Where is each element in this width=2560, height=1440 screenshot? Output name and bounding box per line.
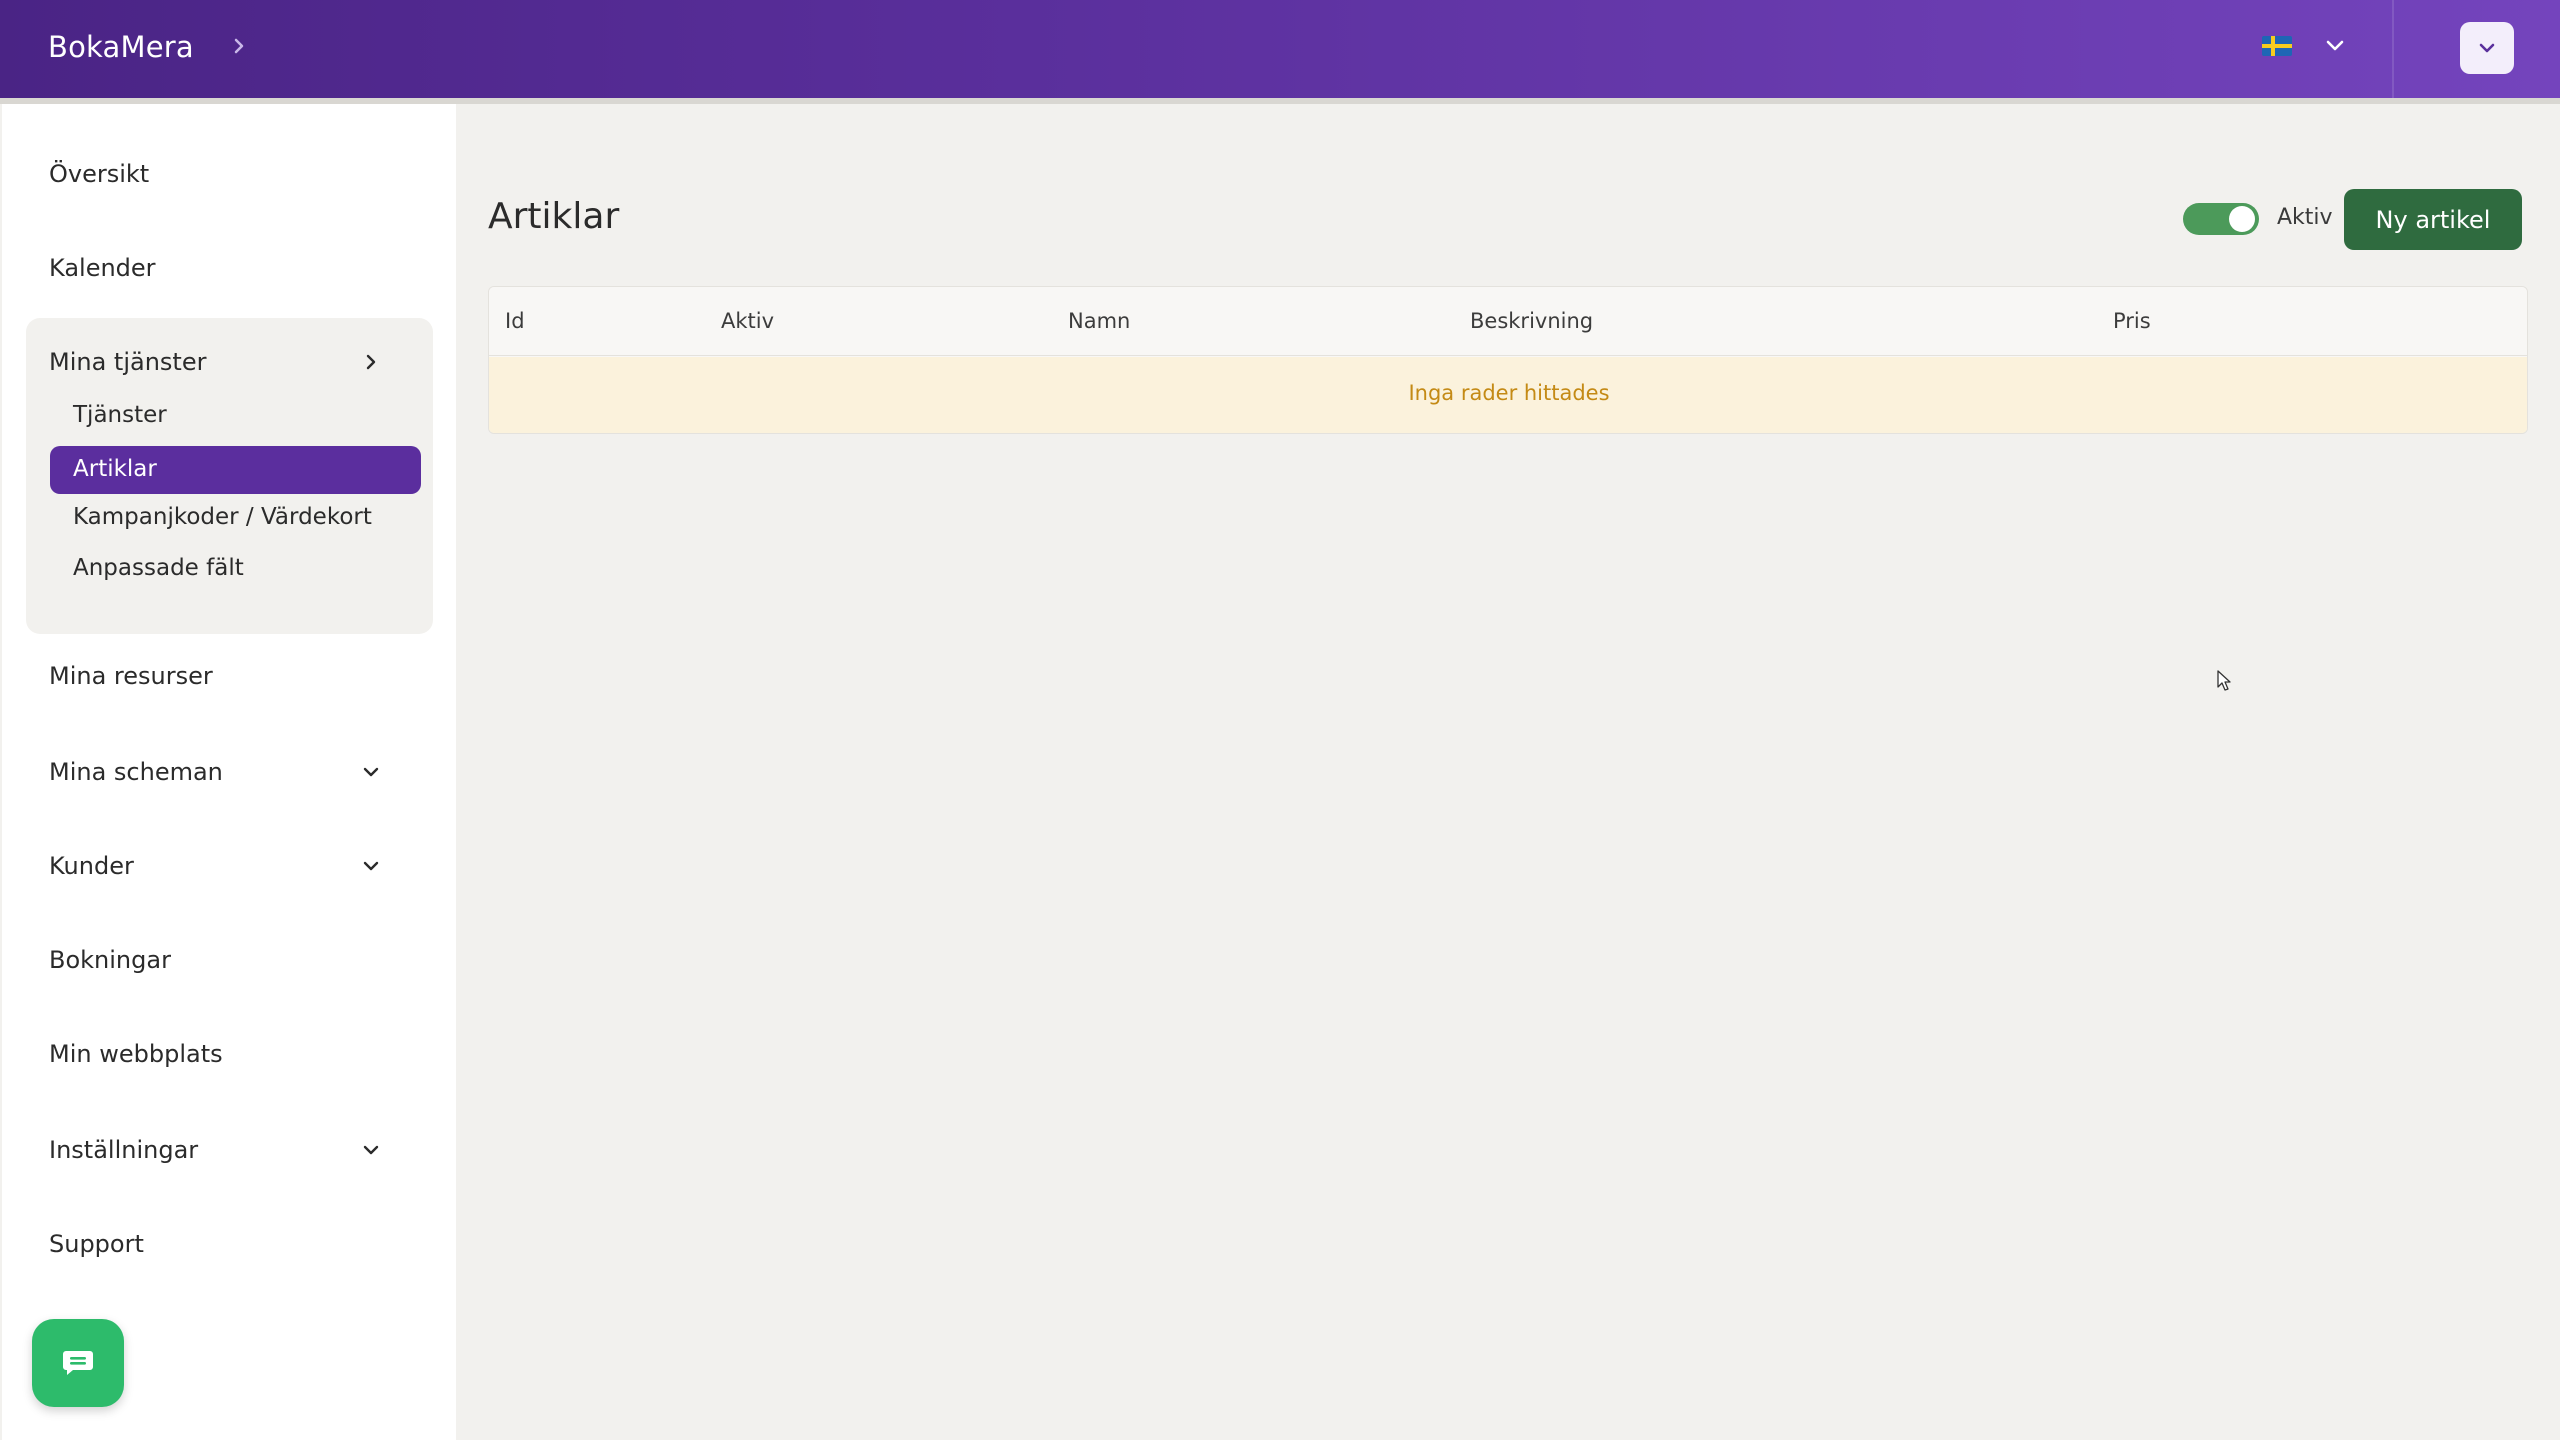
sidebar-item-kunder[interactable]: Kunder [49, 852, 134, 880]
chevron-down-icon[interactable] [359, 854, 383, 878]
header-divider [2392, 0, 2394, 98]
mouse-cursor-icon [2217, 670, 2231, 691]
sidebar-item-mina-tjanster[interactable]: Mina tjänster [49, 348, 206, 376]
user-menu-button[interactable] [2460, 22, 2514, 74]
chevron-down-icon[interactable] [359, 760, 383, 784]
sidebar-item-installningar[interactable]: Inställningar [49, 1136, 198, 1164]
column-header-pris[interactable]: Pris [2113, 309, 2151, 333]
chevron-down-icon[interactable] [2322, 32, 2348, 58]
sidebar-item-oversikt[interactable]: Översikt [49, 160, 149, 188]
top-bar: BokaMera [0, 0, 2560, 98]
sidebar-item-kalender[interactable]: Kalender [49, 254, 156, 282]
sidebar-subitem-kampanjkoder[interactable]: Kampanjkoder / Värdekort [73, 504, 372, 530]
chevron-right-icon[interactable] [228, 32, 250, 60]
empty-table-row: Inga rader hittades [489, 357, 2527, 433]
table-header: Id Aktiv Namn Beskrivning Pris [489, 287, 2527, 356]
empty-message: Inga rader hittades [1408, 381, 1610, 405]
sidebar-item-min-webbplats[interactable]: Min webbplats [49, 1040, 223, 1068]
brand-logo[interactable]: BokaMera [48, 30, 194, 64]
sweden-flag-icon[interactable] [2262, 36, 2292, 56]
active-toggle-label: Aktiv [2277, 205, 2333, 230]
chat-button[interactable] [32, 1319, 124, 1407]
column-header-beskrivning[interactable]: Beskrivning [1470, 309, 1593, 333]
sidebar-subitem-artiklar[interactable]: Artiklar [50, 446, 421, 494]
chevron-down-icon [2479, 43, 2495, 53]
sidebar-subitem-tjanster[interactable]: Tjänster [73, 402, 167, 428]
column-header-id[interactable]: Id [505, 309, 525, 333]
page-title: Artiklar [488, 196, 620, 237]
sidebar-subitem-anpassade-falt[interactable]: Anpassade fält [73, 555, 244, 581]
chat-icon [63, 1351, 93, 1375]
column-header-namn[interactable]: Namn [1068, 309, 1130, 333]
sidebar-item-bokningar[interactable]: Bokningar [49, 946, 171, 974]
new-article-button[interactable]: Ny artikel [2344, 189, 2522, 250]
active-toggle[interactable] [2183, 203, 2259, 235]
column-header-aktiv[interactable]: Aktiv [721, 309, 774, 333]
sidebar: Översikt Kalender Mina tjänster Tjänster… [2, 104, 456, 1440]
sidebar-subitem-label: Artiklar [73, 456, 157, 482]
chevron-down-icon[interactable] [359, 1138, 383, 1162]
articles-table: Id Aktiv Namn Beskrivning Pris Inga rade… [488, 286, 2528, 434]
sidebar-item-mina-scheman[interactable]: Mina scheman [49, 758, 223, 786]
sidebar-item-mina-resurser[interactable]: Mina resurser [49, 662, 213, 690]
sidebar-item-support[interactable]: Support [49, 1230, 144, 1258]
toggle-knob [2229, 206, 2255, 232]
chevron-right-icon[interactable] [359, 350, 383, 374]
